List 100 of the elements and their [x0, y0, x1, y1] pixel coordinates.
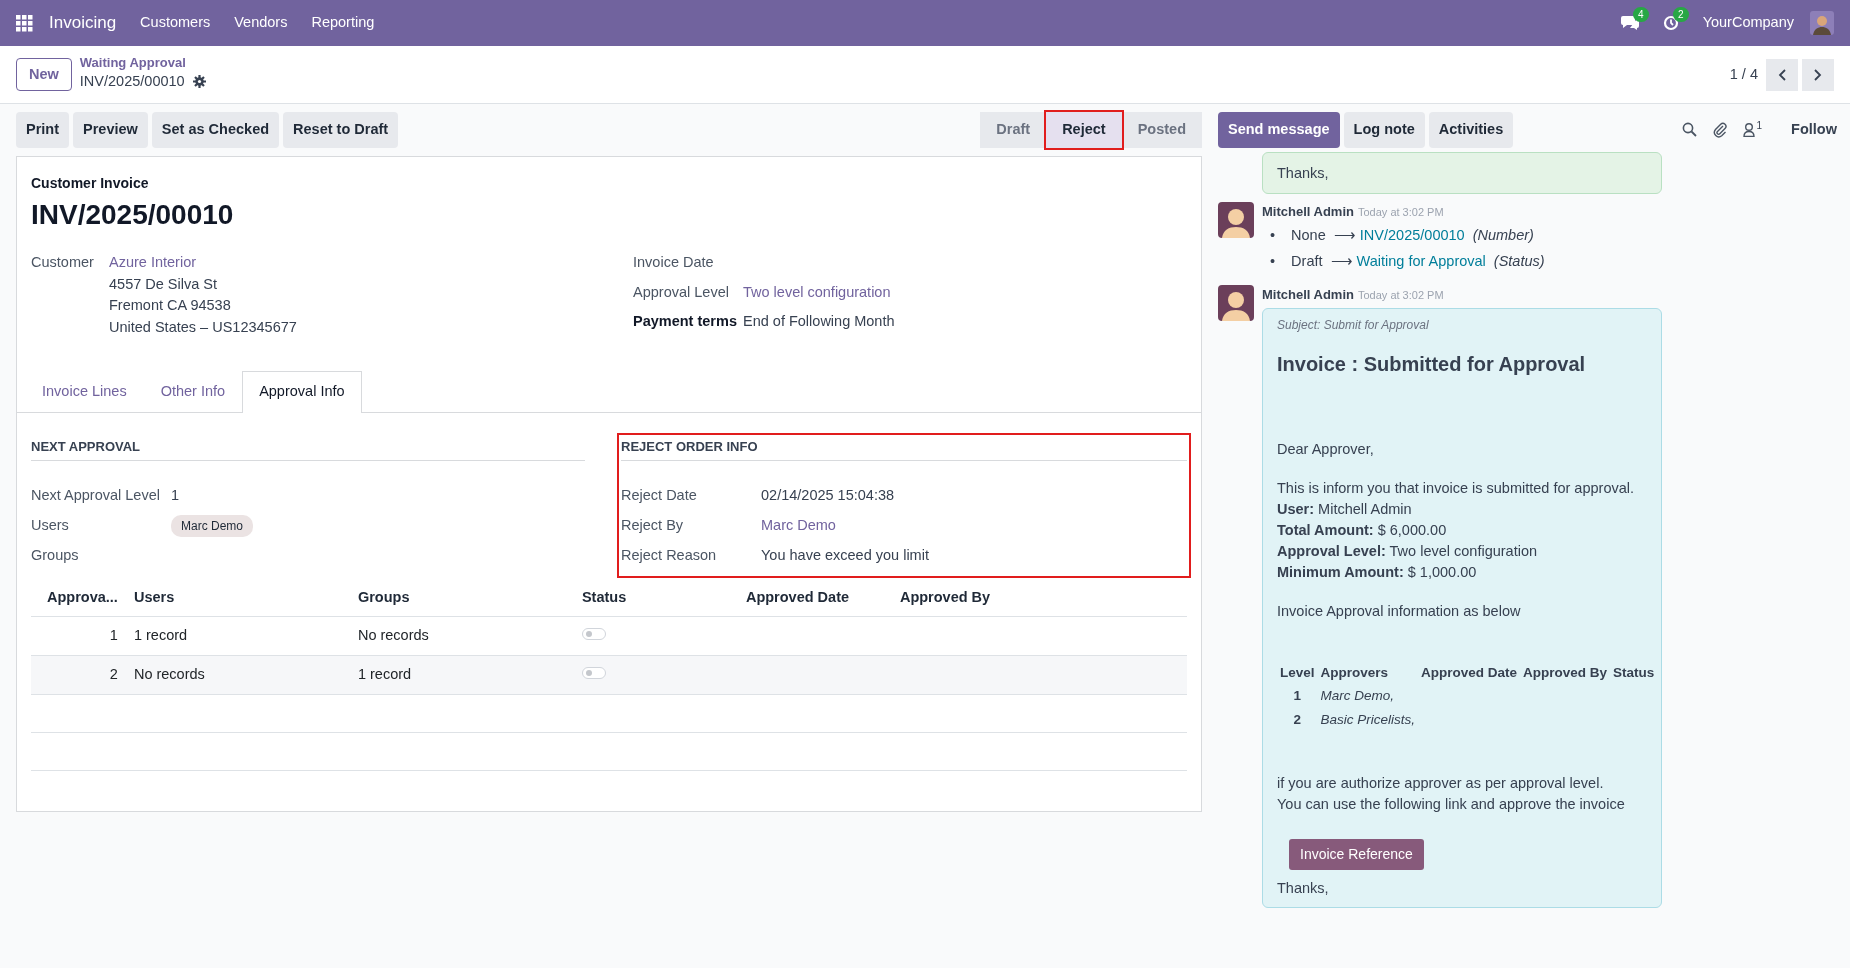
company-name[interactable]: YourCompany: [1702, 12, 1794, 34]
column-header: Status: [1612, 663, 1656, 682]
chatter-button[interactable]: Send message: [1218, 112, 1340, 148]
message-author: Mitchell Admin: [1262, 285, 1354, 304]
message-time: Today at 3:02 PM: [1357, 287, 1444, 303]
invoice-reference-button[interactable]: Invoice Reference: [1289, 839, 1424, 870]
list-bullet: •: [1270, 226, 1276, 245]
field-link[interactable]: Azure Interior: [109, 251, 297, 274]
column-header: Approvers: [1319, 663, 1390, 682]
table-cell: 1 record: [349, 655, 574, 695]
field-label: Payment terms: [633, 312, 738, 332]
email-text: Invoice Approval information as below: [1277, 602, 1522, 622]
field-link[interactable]: Two level configuration: [743, 281, 891, 304]
tracking-change: None ⟶ INV/2025/00010 (Number): [1291, 226, 1534, 245]
column-header: Groups: [349, 578, 574, 617]
avatar-icon: [1218, 201, 1254, 238]
column-header: Users: [125, 578, 350, 617]
menu-item[interactable]: Reporting: [311, 12, 375, 34]
email-text: User: Mitchell Admin: [1277, 500, 1413, 520]
new-button[interactable]: New: [16, 57, 72, 92]
table-cell-text: Basic Pricelists,: [1319, 710, 1417, 729]
chevron-left-icon: [1778, 68, 1786, 81]
email-heading: Invoice : Submitted for Approval: [1277, 352, 1587, 378]
menu-item[interactable]: Vendors: [234, 12, 288, 34]
table-cell: No records: [349, 616, 574, 656]
message-time: Today at 3:02 PM: [1357, 204, 1444, 220]
form-tab[interactable]: Other Info: [143, 370, 243, 412]
person-icon[interactable]: [1742, 122, 1755, 138]
app-title[interactable]: Invoicing: [49, 10, 117, 36]
form-tab[interactable]: Invoice Lines: [25, 370, 144, 412]
chat-icon[interactable]: [1620, 15, 1639, 31]
clock-icon[interactable]: [1662, 15, 1679, 31]
email-text: This is inform you that invoice is submitted for approval.: [1277, 479, 1635, 499]
field-label: Groups: [31, 545, 80, 565]
email-subject: Subject: Submit for Approval: [1277, 317, 1430, 334]
column-header: Level: [1279, 663, 1316, 682]
user-tag: Marc Demo: [171, 514, 253, 537]
toggle-switch[interactable]: [581, 628, 606, 641]
action-button[interactable]: Reset to Draft: [283, 112, 399, 148]
field-link[interactable]: Marc Demo: [761, 514, 836, 537]
address-line: United States – US12345677: [109, 318, 297, 337]
table-cell-text: 1: [1292, 687, 1302, 706]
address-line: 4557 De Silva St: [109, 274, 218, 294]
field-value: 1: [171, 486, 180, 505]
field-label: Approval Level: [633, 282, 730, 302]
status-stage[interactable]: Posted: [1121, 112, 1202, 148]
section-heading: NEXT APPROVAL: [31, 436, 585, 461]
previous-button[interactable]: [1766, 58, 1798, 91]
menu-item[interactable]: Customers: [140, 12, 211, 34]
chatter-button[interactable]: Activities: [1428, 112, 1514, 148]
apps-menu-icon[interactable]: [16, 14, 33, 32]
field-label: Invoice Date: [633, 252, 715, 272]
table-cell: 1 record: [125, 616, 350, 656]
table-cell-text: 2: [1292, 710, 1302, 729]
closing-text: Thanks,: [1277, 163, 1330, 183]
table-cell: 2: [31, 655, 126, 695]
activity-count-badge: 2: [1673, 7, 1689, 22]
tracking-change: Draft ⟶ Waiting for Approval (Status): [1291, 251, 1545, 271]
field-value: You have exceed you limit: [761, 545, 929, 565]
field-label: Reject By: [621, 515, 685, 535]
table-cell: No records: [125, 655, 350, 695]
column-header: Approved Date: [1420, 663, 1519, 682]
avatar-icon: [1218, 284, 1254, 321]
form-tab[interactable]: Approval Info: [242, 370, 362, 413]
column-header: Approved Date: [737, 578, 892, 617]
message-count-badge: 4: [1633, 7, 1649, 22]
email-text: Dear Approver,: [1277, 440, 1375, 460]
action-button[interactable]: Preview: [73, 112, 148, 148]
message-author: Mitchell Admin: [1262, 202, 1354, 221]
field-label: Next Approval Level: [31, 486, 161, 505]
user-avatar-icon[interactable]: [1810, 11, 1834, 35]
list-bullet: •: [1270, 251, 1276, 271]
pager-value: 1 / 4: [1729, 64, 1758, 84]
chevron-right-icon: [1814, 68, 1822, 81]
settings-icon[interactable]: [192, 75, 206, 89]
chatter-button[interactable]: Log note: [1343, 112, 1425, 148]
email-text: You can use the following link and approve the invoice: [1277, 795, 1626, 815]
toggle-switch[interactable]: [581, 667, 606, 679]
action-button[interactable]: Print: [16, 112, 70, 148]
status-stage[interactable]: Reject: [1046, 112, 1122, 148]
field-label: Reject Date: [621, 486, 698, 505]
field-label: Users: [31, 515, 70, 535]
paperclip-icon[interactable]: [1712, 121, 1727, 138]
next-button[interactable]: [1802, 58, 1834, 91]
column-header: Approved By: [891, 578, 1187, 617]
email-text: Total Amount: $ 6,000.00: [1277, 521, 1448, 541]
email-text: Minimum Amount: $ 1,000.00: [1277, 563, 1478, 583]
field-value: 02/14/2025 15:04:38: [761, 486, 895, 505]
email-text: if you are authorize approver as per approval level.: [1277, 774, 1605, 794]
search-icon[interactable]: [1681, 122, 1697, 138]
address-line: Fremont CA 94538: [109, 296, 232, 316]
invoice-number: INV/2025/00010: [31, 197, 235, 232]
closing-text: Thanks,: [1277, 878, 1330, 898]
action-button[interactable]: Set as Checked: [151, 112, 280, 148]
status-stage[interactable]: Draft: [980, 112, 1047, 148]
column-header: Status: [573, 578, 738, 617]
breadcrumb-link[interactable]: Waiting Approval: [79, 56, 206, 71]
record-name: INV/2025/00010: [79, 71, 185, 91]
follow-button[interactable]: Follow: [1786, 114, 1842, 146]
column-header: Approva...: [31, 578, 126, 617]
